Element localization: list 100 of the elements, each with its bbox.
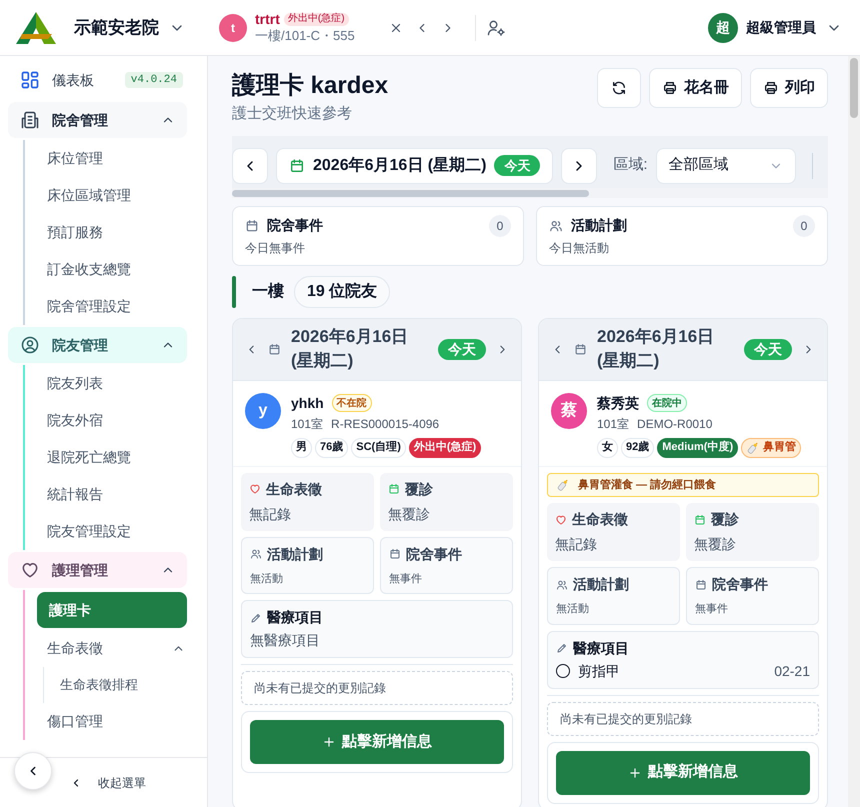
patient-name: trtrt	[255, 10, 280, 28]
shift-note: 尚未有已提交的更別記錄	[547, 702, 819, 736]
card-date: 2026年6月16日 (星期二)	[597, 326, 716, 372]
calendar-icon	[389, 548, 401, 560]
add-info-button[interactable]: 點擊新增信息	[250, 720, 504, 764]
calendar-icon	[694, 514, 706, 526]
checkbox[interactable]	[556, 664, 570, 678]
sidebar-item[interactable]: 預訂服務	[25, 214, 187, 251]
printer-icon	[662, 80, 678, 96]
sidebar-group[interactable]: 院舍管理	[8, 102, 187, 138]
next-day-button[interactable]	[561, 148, 598, 184]
pencil-icon	[556, 642, 568, 654]
card-title: 院舍事件	[267, 216, 324, 236]
sidebar-item[interactable]: 院舍管理設定	[25, 288, 187, 325]
panel-title: 覆診	[711, 510, 739, 530]
room-number: 101室	[291, 416, 324, 433]
sidebar-item[interactable]: 院友管理設定	[25, 513, 187, 550]
print-button[interactable]: 列印	[750, 68, 828, 108]
presence-badge: 在院中	[647, 394, 687, 412]
sidebar-item[interactable]: 統計報告	[25, 476, 187, 513]
patient-location: 一樓/101-C・555	[255, 28, 355, 44]
panel-title: 活動計劃	[573, 575, 629, 594]
panel-value: 無覆診	[388, 504, 431, 524]
sidebar-group[interactable]: 院友管理	[8, 327, 187, 363]
plus-icon	[628, 766, 642, 780]
tag: 男	[291, 438, 312, 458]
card-date: 2026年6月16日 (星期二)	[291, 326, 410, 372]
card-note: 今日無活動	[549, 240, 610, 257]
sidebar-item[interactable]: 生命表徵排程	[44, 667, 187, 703]
panel-title: 醫療項目	[573, 638, 629, 658]
heart-icon	[555, 514, 567, 526]
today-badge: 今天	[494, 154, 540, 176]
pencil-icon	[250, 612, 262, 624]
people-icon	[556, 578, 568, 591]
panel-title: 生命表徵	[266, 480, 322, 499]
panel-value: 無覆診	[694, 535, 737, 554]
calendar-icon	[268, 342, 281, 356]
calendar-icon	[289, 158, 305, 174]
sidebar-item[interactable]: 訂金收支總覽	[25, 251, 187, 288]
status-badge: 外出中(急症)	[284, 13, 349, 26]
brand-name: 示範安老院	[74, 16, 159, 39]
page-subtitle: 護士交班快速參考	[232, 104, 353, 124]
panel-value: 無事件	[695, 602, 729, 618]
vertical-scrollbar[interactable]	[848, 56, 860, 807]
heart-icon	[249, 483, 261, 496]
collapse-menu-link[interactable]: 收起選單	[70, 774, 146, 792]
card-note: 今日無事件	[245, 240, 306, 257]
panel-title: 院舍事件	[406, 544, 462, 564]
printer-icon	[763, 80, 779, 96]
panel-value: 無記錄	[249, 504, 292, 524]
resident-count-badge: 19 位院友	[294, 276, 390, 308]
bottle-icon	[746, 440, 760, 455]
panel-title: 活動計劃	[267, 544, 323, 564]
add-info-button[interactable]: 點擊新增信息	[556, 750, 810, 795]
count-badge: 0	[793, 214, 815, 237]
sidebar-item[interactable]: 院友外宿	[25, 402, 187, 439]
calendar-icon	[574, 342, 587, 356]
user-name[interactable]: 超級管理員	[746, 17, 816, 38]
sidebar-group[interactable]: 護理管理	[8, 552, 187, 588]
calendar-icon	[245, 218, 259, 233]
logo-icon	[14, 10, 58, 46]
sidebar-item[interactable]: 床位區域管理	[25, 177, 187, 214]
presence-badge: 不在院	[332, 394, 372, 412]
sidebar-item[interactable]: 護理卡	[37, 592, 187, 628]
tag: 鼻胃管	[741, 438, 802, 458]
panel-value: 無記錄	[555, 535, 598, 554]
page-title: 護理卡 kardex	[232, 71, 390, 101]
resident-avatar: 蔡	[551, 392, 587, 429]
sidebar-item[interactable]: 床位管理	[25, 140, 187, 177]
panel-title: 生命表徵	[572, 510, 628, 530]
sidebar-item[interactable]: 傷口管理	[25, 703, 187, 740]
patient-avatar: t	[219, 14, 247, 42]
resident-avatar: y	[245, 392, 281, 429]
sidebar-item[interactable]: 院友列表	[25, 365, 187, 402]
bottle-icon	[556, 478, 570, 492]
previous-day-button[interactable]	[232, 148, 268, 184]
date-picker-button[interactable]: 2026年6月16日 (星期二) 今天	[276, 148, 554, 184]
sidebar-item[interactable]: 生命表徵	[25, 630, 187, 667]
panel-title: 院舍事件	[712, 575, 768, 594]
floor-title: 一樓	[252, 282, 284, 302]
sidebar-item[interactable]: 退院死亡總覽	[25, 439, 187, 476]
people-icon	[250, 548, 262, 560]
shift-note: 尚未有已提交的更別記錄	[241, 671, 513, 706]
panel-value: 無事件	[389, 572, 423, 587]
heart-icon	[20, 560, 40, 580]
today-badge: 今天	[438, 338, 486, 360]
tag: 92歲	[621, 438, 654, 458]
collapse-sidebar-button[interactable]	[14, 752, 52, 790]
tag: 女	[597, 438, 618, 458]
person-icon	[20, 335, 40, 355]
building-icon	[20, 110, 40, 130]
print-button[interactable]: 花名冊	[649, 68, 742, 108]
refresh-button[interactable]	[597, 68, 641, 108]
area-select[interactable]: 全部區域	[656, 148, 796, 184]
today-badge: 今天	[744, 338, 792, 360]
dashboard-icon	[20, 70, 40, 90]
resident-id: DEMO-R0010	[637, 416, 712, 433]
user-avatar: 超	[708, 12, 738, 42]
sidebar-item[interactable]: 儀表板 v4.0.24	[8, 60, 187, 100]
refresh-icon	[611, 80, 627, 96]
